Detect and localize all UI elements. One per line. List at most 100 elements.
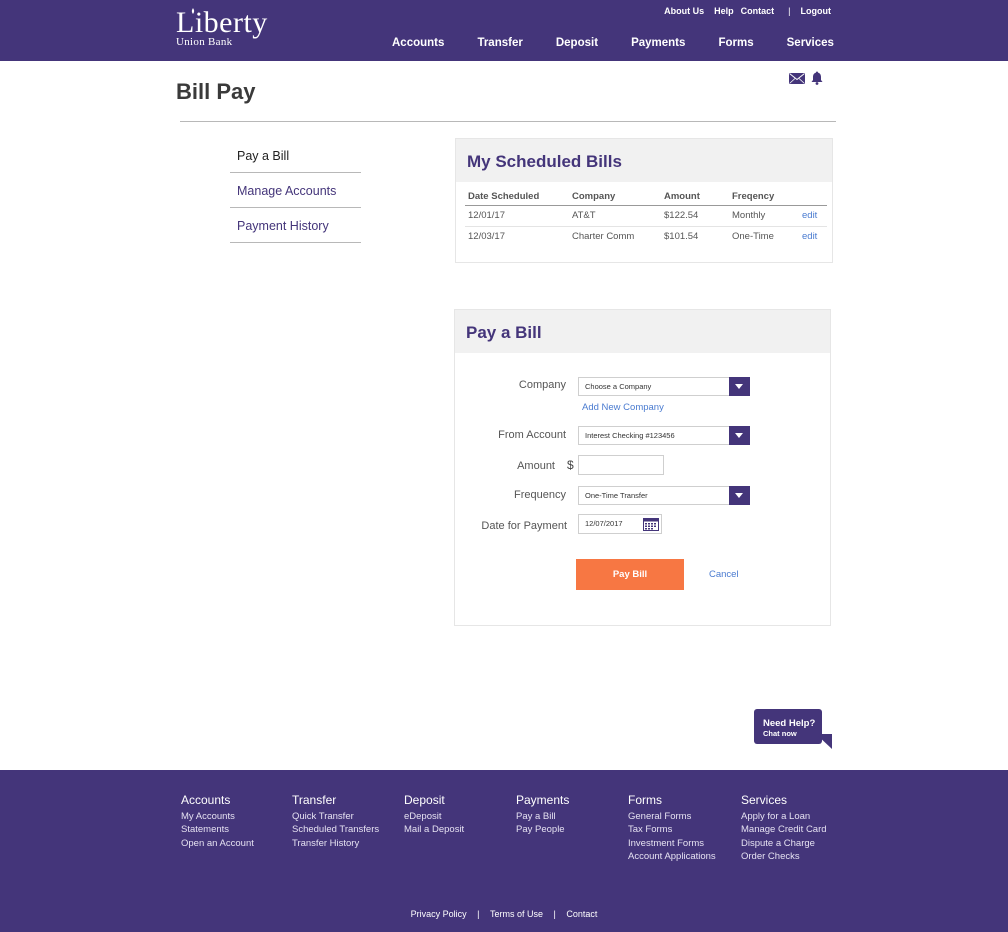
footer-link[interactable]: Account Applications: [628, 850, 716, 863]
footer-link[interactable]: Open an Account: [181, 837, 254, 850]
top-bar: Liberty Union Bank About Us Help Contact…: [0, 0, 1008, 61]
cancel-link[interactable]: Cancel: [709, 569, 739, 580]
bell-icon[interactable]: [811, 71, 823, 85]
footer-heading[interactable]: Deposit: [404, 793, 464, 807]
bill-pay-sidebar: Pay a Bill Manage Accounts Payment Histo…: [230, 138, 361, 243]
row-frequency: One-Time: [732, 231, 774, 243]
sidebar-item-manage-accounts[interactable]: Manage Accounts: [230, 173, 361, 208]
footer-heading[interactable]: Services: [741, 793, 827, 807]
footer-link[interactable]: Pay a Bill: [516, 810, 569, 823]
add-new-company-link[interactable]: Add New Company: [582, 402, 664, 413]
scheduled-bills-table: Date Scheduled Company Amount Freqency 1…: [465, 189, 827, 247]
page-title: Bill Pay: [176, 79, 256, 104]
row-date: 12/01/17: [465, 205, 569, 227]
date-for-payment-label: Date for Payment: [481, 520, 567, 532]
nav-deposit[interactable]: Deposit: [556, 37, 598, 49]
logout-link[interactable]: Logout: [801, 6, 832, 16]
from-account-select[interactable]: Interest Checking #123456: [578, 426, 750, 445]
footer-link[interactable]: Dispute a Charge: [741, 837, 827, 850]
col-frequency: Freqency: [729, 189, 799, 206]
pay-bill-button[interactable]: Pay Bill: [576, 559, 684, 590]
utility-separator: |: [788, 6, 791, 16]
nav-accounts[interactable]: Accounts: [392, 37, 444, 49]
need-help-title: Need Help?: [763, 718, 816, 729]
footer-link[interactable]: General Forms: [628, 810, 716, 823]
frequency-label: Frequency: [514, 489, 566, 501]
col-company: Company: [569, 189, 661, 206]
footer-link[interactable]: My Accounts: [181, 810, 254, 823]
notification-icons: [789, 71, 823, 85]
nav-forms[interactable]: Forms: [718, 37, 753, 49]
footer-col-deposit: Deposit eDeposit Mail a Deposit: [404, 793, 464, 837]
main-nav: Accounts Transfer Deposit Payments Forms…: [392, 37, 834, 49]
footer-link[interactable]: Statements: [181, 823, 254, 836]
payment-date-value: 12/07/2017: [585, 519, 623, 528]
terms-of-use-link[interactable]: Terms of Use: [490, 909, 543, 919]
edit-link[interactable]: edit: [799, 226, 827, 247]
frequency-select[interactable]: One-Time Transfer: [578, 486, 750, 505]
row-date: 12/03/17: [468, 231, 505, 243]
footer-col-forms: Forms General Forms Tax Forms Investment…: [628, 793, 716, 863]
col-date-scheduled: Date Scheduled: [465, 189, 569, 206]
footer-col-services: Services Apply for a Loan Manage Credit …: [741, 793, 827, 863]
help-link[interactable]: Help: [714, 6, 734, 16]
amount-label: Amount: [517, 460, 555, 472]
col-amount: Amount: [661, 189, 729, 206]
bank-logo[interactable]: Liberty Union Bank: [176, 8, 268, 48]
row-amount: $101.54: [664, 231, 699, 243]
row-frequency: Monthly: [729, 205, 799, 227]
about-us-link[interactable]: About Us: [664, 6, 704, 16]
mail-icon[interactable]: [789, 72, 805, 84]
company-label: Company: [518, 379, 566, 391]
from-account-value: Interest Checking #123456: [585, 431, 675, 440]
footer-link[interactable]: Apply for a Loan: [741, 810, 827, 823]
nav-transfer[interactable]: Transfer: [477, 37, 522, 49]
payment-date-input[interactable]: 12/07/2017: [578, 514, 662, 534]
footer-link[interactable]: Mail a Deposit: [404, 823, 464, 836]
sidebar-item-pay-a-bill[interactable]: Pay a Bill: [230, 138, 361, 173]
row-company: Charter Comm: [572, 231, 635, 243]
footer-link[interactable]: Tax Forms: [628, 823, 716, 836]
footer-heading[interactable]: Forms: [628, 793, 716, 807]
sidebar-item-payment-history[interactable]: Payment History: [230, 208, 361, 243]
chevron-down-icon: [729, 426, 750, 445]
legal-separator: |: [477, 909, 480, 919]
chevron-down-icon: [729, 486, 750, 505]
footer-contact-link[interactable]: Contact: [566, 909, 597, 919]
pay-a-bill-card: Pay a Bill Company Choose a Company Add …: [454, 309, 831, 626]
footer-link[interactable]: Order Checks: [741, 850, 827, 863]
currency-symbol: $: [567, 458, 574, 472]
company-select[interactable]: Choose a Company: [578, 377, 750, 396]
footer-col-transfer: Transfer Quick Transfer Scheduled Transf…: [292, 793, 379, 850]
footer-heading[interactable]: Transfer: [292, 793, 379, 807]
legal-separator: |: [553, 909, 556, 919]
table-row: 12/03/17 Charter Comm $101.54 One-Time e…: [465, 226, 827, 247]
amount-input[interactable]: [578, 455, 664, 475]
footer-link[interactable]: Investment Forms: [628, 837, 716, 850]
pay-a-bill-title: Pay a Bill: [455, 310, 830, 353]
footer-link[interactable]: Quick Transfer: [292, 810, 379, 823]
footer-link[interactable]: Pay People: [516, 823, 569, 836]
footer-link[interactable]: eDeposit: [404, 810, 464, 823]
scheduled-bills-title: My Scheduled Bills: [456, 139, 832, 182]
table-row: 12/01/17 AT&T $122.54 Monthly edit: [465, 205, 827, 227]
col-action: [799, 189, 827, 206]
row-amount: $122.54: [661, 205, 729, 227]
edit-link[interactable]: edit: [799, 205, 827, 227]
contact-link[interactable]: Contact: [741, 6, 775, 16]
footer-heading[interactable]: Payments: [516, 793, 569, 807]
privacy-policy-link[interactable]: Privacy Policy: [411, 909, 467, 919]
need-help-chat-bubble[interactable]: Need Help? Chat now: [754, 709, 832, 749]
footer-link[interactable]: Scheduled Transfers: [292, 823, 379, 836]
footer-link[interactable]: Manage Credit Card: [741, 823, 827, 836]
torch-icon: [191, 8, 195, 14]
footer-col-payments: Payments Pay a Bill Pay People: [516, 793, 569, 837]
footer-link[interactable]: Transfer History: [292, 837, 379, 850]
chat-now-label: Chat now: [763, 729, 797, 738]
footer-heading[interactable]: Accounts: [181, 793, 254, 807]
nav-payments[interactable]: Payments: [631, 37, 685, 49]
company-select-value: Choose a Company: [585, 382, 652, 391]
utility-nav: About Us Help Contact | Logout: [664, 6, 831, 16]
calendar-icon[interactable]: [643, 517, 659, 531]
nav-services[interactable]: Services: [787, 37, 834, 49]
